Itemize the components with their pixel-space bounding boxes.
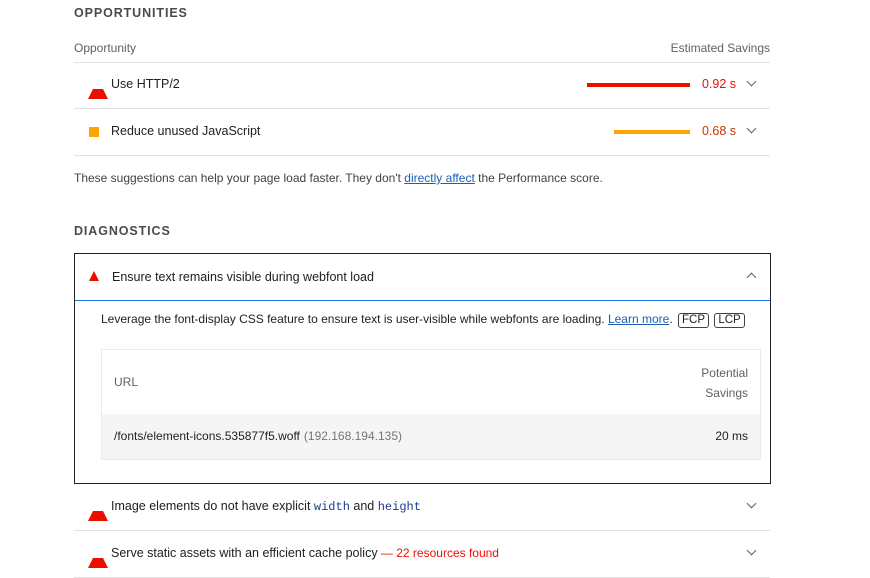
opportunity-row-unused-js[interactable]: Reduce unused JavaScript 0.68 s: [74, 109, 770, 156]
url-host: (192.168.194.135): [303, 429, 402, 443]
description-text: Leverage the font-display CSS feature to…: [101, 312, 605, 326]
resources-found-text: 22 resources found: [396, 546, 499, 560]
fail-triangle-icon: [88, 501, 108, 521]
note-text: These suggestions can help your page loa…: [74, 171, 405, 185]
width-code: width: [313, 500, 350, 514]
savings-bar: [614, 130, 690, 134]
fail-triangle-icon: [89, 271, 99, 281]
potential-savings-column-header: Potential Savings: [701, 363, 748, 403]
opportunities-table-header: Opportunity Estimated Savings: [74, 40, 770, 63]
directly-affect-link[interactable]: directly affect: [404, 171, 474, 185]
url-path: /fonts/element-icons.535877f5.woff: [114, 429, 300, 443]
opportunity-title: Reduce unused JavaScript: [111, 124, 261, 138]
diagnostic-header[interactable]: Ensure text remains visible during webfo…: [75, 254, 770, 301]
savings-header-line1: Potential: [701, 366, 748, 380]
opportunity-title: Use HTTP/2: [111, 77, 180, 91]
title-part: and: [349, 499, 378, 513]
chevron-down-icon[interactable]: [746, 498, 757, 509]
expanded-diagnostic-webfont: Ensure text remains visible during webfo…: [74, 253, 771, 484]
opportunities-note: These suggestions can help your page loa…: [74, 171, 603, 185]
fcp-tag: FCP: [678, 313, 709, 328]
height-code: height: [377, 500, 421, 514]
title-part: Serve static assets with an efficient ca…: [111, 546, 378, 560]
savings-value: 0.68 s: [701, 124, 736, 138]
savings-value: 0.92 s: [701, 77, 736, 91]
diagnostic-row-cache-policy[interactable]: Serve static assets with an efficient ca…: [74, 531, 770, 578]
diagnostic-description: Leverage the font-display CSS feature to…: [101, 312, 745, 328]
details-table: URL Potential Savings /fonts/element-ico…: [101, 349, 761, 460]
average-square-icon: [89, 127, 99, 137]
chevron-down-icon[interactable]: [746, 545, 757, 556]
diagnostics-section-title: DIAGNOSTICS: [74, 224, 171, 238]
url-column-header: URL: [114, 375, 139, 389]
table-row: /fonts/element-icons.535877f5.woff (192.1…: [102, 414, 760, 459]
chevron-up-icon[interactable]: [746, 272, 757, 283]
fail-triangle-icon: [88, 548, 108, 568]
diagnostic-row-image-dimensions[interactable]: Image elements do not have explicit widt…: [74, 484, 770, 531]
lcp-tag: LCP: [714, 313, 745, 328]
learn-more-link[interactable]: Learn more: [608, 312, 669, 326]
title-separator: —: [377, 546, 397, 560]
diagnostic-title: Image elements do not have explicit widt…: [111, 499, 421, 514]
savings-header-line2: Savings: [705, 386, 748, 400]
note-text-end: the Performance score.: [474, 171, 603, 185]
chevron-down-icon[interactable]: [746, 76, 757, 87]
savings-bar: [587, 83, 690, 87]
resource-savings: 20 ms: [715, 429, 748, 443]
diagnostic-title: Serve static assets with an efficient ca…: [111, 546, 499, 560]
title-part: Image elements do not have explicit: [111, 499, 314, 513]
chevron-down-icon[interactable]: [746, 123, 757, 134]
diagnostic-title: Ensure text remains visible during webfo…: [112, 270, 374, 284]
resource-url: /fonts/element-icons.535877f5.woff (192.1…: [114, 429, 402, 443]
opportunities-section-title: OPPORTUNITIES: [74, 6, 188, 20]
estimated-savings-column-header: Estimated Savings: [670, 41, 770, 55]
fail-triangle-icon: [88, 79, 108, 99]
opportunity-column-header: Opportunity: [74, 41, 137, 55]
opportunity-row-http2[interactable]: Use HTTP/2 0.92 s: [74, 62, 770, 109]
